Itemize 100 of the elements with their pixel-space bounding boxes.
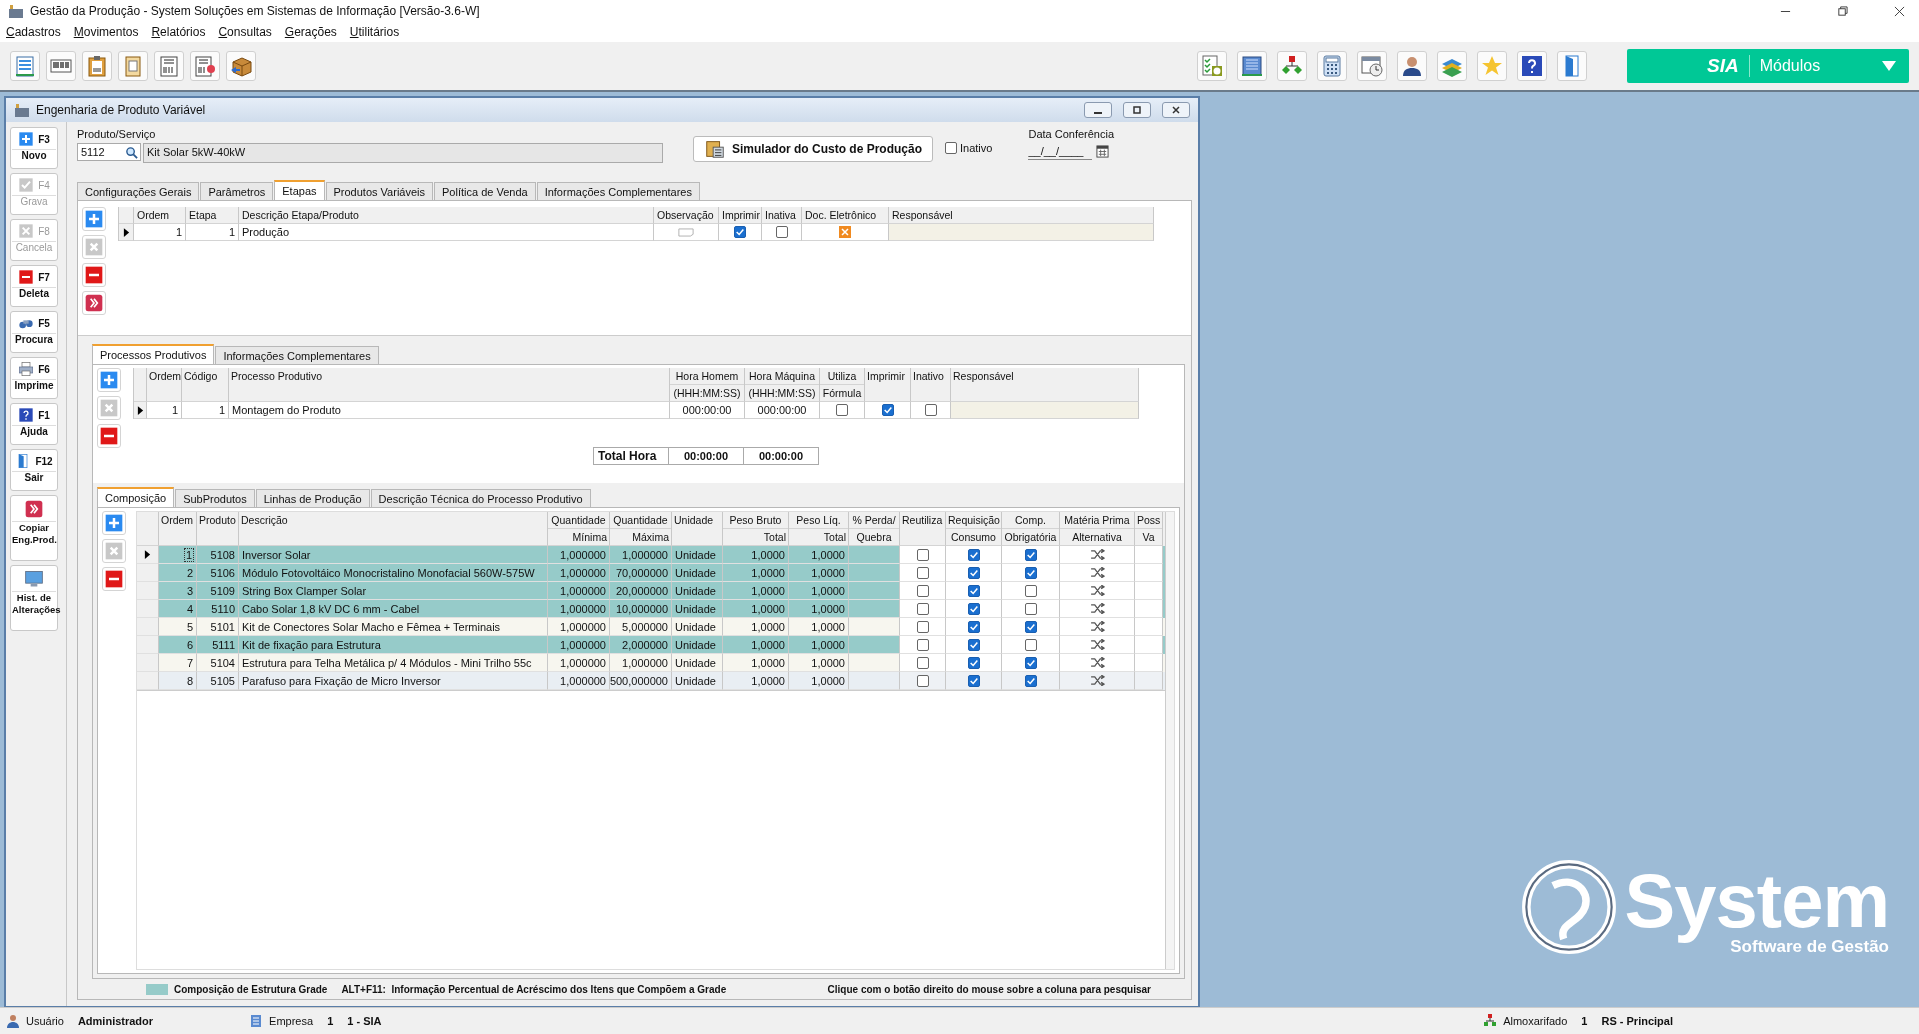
table-row[interactable]: 2 5106 Módulo Fotovoltáico Monocristalino Monofacial 560W-575W 1,000000 70,000000 Unidade 1,0000 1,0000: [137, 564, 1165, 582]
shuffle-icon[interactable]: [1089, 567, 1105, 578]
sidebar-button[interactable]: F5 Procura: [10, 311, 58, 353]
tab[interactable]: SubProdutos: [175, 489, 255, 507]
checkbox[interactable]: [916, 638, 929, 651]
checkbox[interactable]: [967, 584, 980, 597]
shuffle-icon[interactable]: [1089, 621, 1105, 632]
scrollbar[interactable]: [1165, 512, 1174, 969]
maximize-button[interactable]: [1123, 102, 1151, 118]
checkbox[interactable]: [775, 226, 788, 238]
simulator-button[interactable]: Simulador do Custo de Produção: [693, 136, 933, 162]
sidebar-button[interactable]: F1 Ajuda: [10, 403, 58, 445]
toolbar-button[interactable]: [1517, 51, 1547, 81]
menu-item[interactable]: Movimentos: [73, 25, 139, 39]
tab[interactable]: Configurações Gerais: [77, 182, 200, 200]
remove-button[interactable]: [82, 263, 106, 287]
checkbox[interactable]: [967, 566, 980, 579]
minimize-button[interactable]: [1084, 102, 1112, 118]
menu-item[interactable]: Cadastros: [6, 25, 61, 39]
toolbar-button[interactable]: [46, 51, 76, 81]
checkbox[interactable]: [967, 674, 980, 687]
toolbar-button[interactable]: [226, 51, 256, 81]
product-name-field[interactable]: Kit Solar 5kW-40kW: [143, 143, 663, 163]
tab[interactable]: Processos Produtivos: [92, 344, 215, 364]
checkbox[interactable]: [967, 548, 980, 561]
checkbox[interactable]: [1024, 548, 1037, 561]
toolbar-button[interactable]: [190, 51, 220, 81]
shuffle-icon[interactable]: [1089, 639, 1105, 650]
table-row[interactable]: 6 5111 Kit de fixação para Estrutura 1,000000 2,000000 Unidade 1,0000 1,0000: [137, 636, 1165, 654]
copy-button[interactable]: [82, 291, 106, 315]
checkbox[interactable]: [967, 620, 980, 633]
checkbox[interactable]: [916, 656, 929, 669]
sidebar-button[interactable]: Hist. de Alterações: [10, 565, 58, 631]
tab[interactable]: Composição: [97, 487, 175, 507]
tab[interactable]: Etapas: [274, 180, 325, 200]
checkbox[interactable]: [967, 638, 980, 651]
close-button[interactable]: [1162, 102, 1190, 118]
close-icon[interactable]: [1894, 5, 1905, 17]
toolbar-button[interactable]: [1557, 51, 1587, 81]
checkbox[interactable]: [916, 548, 929, 561]
checkbox[interactable]: [1024, 584, 1037, 597]
checkbox[interactable]: [967, 602, 980, 615]
checkbox[interactable]: [916, 584, 929, 597]
tab[interactable]: Informações Complementares: [536, 182, 700, 200]
tab[interactable]: Descrição Técnica do Processo Produtivo: [370, 489, 591, 507]
add-button[interactable]: [82, 207, 106, 231]
shuffle-icon[interactable]: [1089, 675, 1105, 686]
checkbox[interactable]: [1024, 638, 1037, 651]
shuffle-icon[interactable]: [1089, 549, 1105, 560]
table-row[interactable]: 1 5108 Inversor Solar 1,000000 1,000000 Unidade 1,0000 1,0000: [137, 546, 1165, 564]
sidebar-button[interactable]: F3 Novo: [10, 127, 58, 169]
menu-item[interactable]: Utilitários: [349, 25, 400, 39]
toolbar-button[interactable]: [1397, 51, 1427, 81]
toolbar-button[interactable]: [1437, 51, 1467, 81]
menu-item[interactable]: Consultas: [218, 25, 272, 39]
sidebar-button[interactable]: Copiar Eng.Prod.: [10, 495, 58, 561]
row-header[interactable]: [134, 402, 147, 419]
toolbar-button[interactable]: [10, 51, 40, 81]
checkbox[interactable]: [1024, 656, 1037, 669]
toolbar-button[interactable]: [1317, 51, 1347, 81]
shuffle-icon[interactable]: [1089, 603, 1105, 614]
remove-button[interactable]: [102, 567, 126, 591]
menu-item[interactable]: Gerações: [284, 25, 337, 39]
remove-button[interactable]: [97, 424, 121, 448]
row-header[interactable]: [119, 224, 134, 241]
toolbar-button[interactable]: [1357, 51, 1387, 81]
sidebar-button[interactable]: F7 Deleta: [10, 265, 58, 307]
checkbox[interactable]: [1024, 566, 1037, 579]
maximize-icon[interactable]: [1837, 5, 1848, 17]
checkbox[interactable]: [881, 404, 894, 416]
table-row[interactable]: 7 5104 Estrutura para Telha Metálica p/ 4 Módulos - Mini Trilho 55c 1,000000 1,000000 Unidade 1,0000 1,0000: [137, 654, 1165, 672]
calendar-icon[interactable]: [1096, 145, 1110, 158]
checkbox[interactable]: [836, 404, 848, 416]
checkbox[interactable]: [916, 620, 929, 633]
tab[interactable]: Informações Complementares: [215, 346, 379, 364]
row-header[interactable]: [137, 546, 159, 564]
toolbar-button[interactable]: [1277, 51, 1307, 81]
add-button[interactable]: [102, 511, 126, 535]
checkbox[interactable]: [1024, 602, 1037, 615]
table-row[interactable]: 4 5110 Cabo Solar 1,8 kV DC 6 mm - Cabel 1,000000 10,000000 Unidade 1,0000 1,0000: [137, 600, 1165, 618]
menu-item[interactable]: Relatórios: [151, 25, 206, 39]
checkbox[interactable]: [1024, 674, 1037, 687]
table-row[interactable]: 3 5109 String Box Clamper Solar 1,000000 20,000000 Unidade 1,0000 1,0000: [137, 582, 1165, 600]
checkbox[interactable]: [916, 566, 929, 579]
table-row[interactable]: 8 5105 Parafuso para Fixação de Micro Inversor 1,000000 500,000000 Unidade 1,0000 1,0000: [137, 672, 1165, 690]
checkbox[interactable]: [916, 674, 929, 687]
toolbar-button[interactable]: [1237, 51, 1267, 81]
tab[interactable]: Produtos Variáveis: [325, 182, 433, 200]
search-icon[interactable]: [125, 145, 138, 159]
shuffle-icon[interactable]: [1089, 657, 1105, 668]
tab[interactable]: Política de Venda: [434, 182, 536, 200]
add-button[interactable]: [97, 368, 121, 392]
shuffle-icon[interactable]: [1089, 585, 1105, 596]
product-code-field[interactable]: 5112: [77, 143, 141, 161]
toolbar-button[interactable]: [82, 51, 112, 81]
sidebar-button[interactable]: F12 Sair: [10, 449, 58, 491]
checkbox[interactable]: [734, 226, 746, 238]
tab[interactable]: Linhas de Produção: [255, 489, 370, 507]
sidebar-button[interactable]: F6 Imprime: [10, 357, 58, 399]
checkbox[interactable]: [967, 656, 980, 669]
